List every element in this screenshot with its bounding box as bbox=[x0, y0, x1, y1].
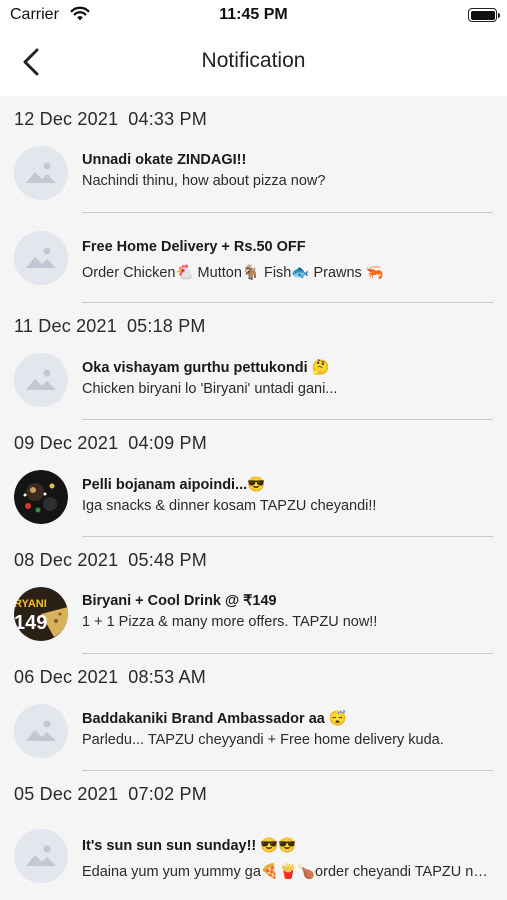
notification-body: Parledu... TAPZU cheyyandi + Free home d… bbox=[82, 732, 444, 748]
notification-body: Nachindi thinu, how about pizza now? bbox=[82, 173, 326, 189]
status-time: 11:45 PM bbox=[219, 6, 288, 23]
date-header: 05 Dec 2021 07:02 PM bbox=[0, 771, 507, 811]
notification-title: Oka vishayam gurthu pettukondi 🤔 bbox=[82, 360, 330, 376]
date-header: 09 Dec 2021 04:09 PM bbox=[0, 420, 507, 460]
page-title: Notification bbox=[201, 49, 306, 72]
date-header: 08 Dec 2021 05:48 PM bbox=[0, 537, 507, 577]
notification-item[interactable]: RYANI 149 Biryani + Cool Drink @ ₹149 1 … bbox=[0, 577, 507, 654]
divider bbox=[82, 535, 493, 537]
notification-title: Baddakaniki Brand Ambassador aa 😴 bbox=[82, 711, 347, 727]
image-placeholder-icon bbox=[14, 231, 68, 285]
date-label: 08 Dec 2021 bbox=[14, 550, 119, 570]
notification-title: Free Home Delivery + Rs.50 OFF bbox=[82, 239, 306, 255]
notification-body: Chicken biryani lo 'Biryani' untadi gani… bbox=[82, 381, 338, 397]
divider bbox=[82, 418, 493, 420]
notification-item[interactable]: Baddakaniki Brand Ambassador aa 😴 Parled… bbox=[0, 694, 507, 771]
notification-list[interactable]: 12 Dec 2021 04:33 PM Unnadi okate ZINDAGI… bbox=[0, 96, 507, 900]
food-thumbnail-icon bbox=[14, 470, 68, 524]
divider bbox=[82, 301, 493, 303]
biryani-offer-thumbnail-icon: RYANI 149 bbox=[14, 587, 68, 641]
notification-item[interactable]: Free Home Delivery + Rs.50 OFF Order Chi… bbox=[0, 213, 507, 303]
divider bbox=[82, 769, 493, 771]
image-placeholder-icon bbox=[14, 704, 68, 758]
notification-title: Pelli bojanam aipoindi...😎 bbox=[82, 477, 266, 493]
notification-body: Edaina yum yum yummy ga🍕🍟🍗order cheyandi… bbox=[82, 864, 493, 880]
image-placeholder-icon bbox=[14, 353, 68, 407]
date-header: 06 Dec 2021 08:53 AM bbox=[0, 654, 507, 694]
notification-item[interactable]: Unnadi okate ZINDAGI!! Nachindi thinu, h… bbox=[0, 136, 507, 213]
offer-badge-price: 149 bbox=[14, 612, 47, 634]
notification-title: It's sun sun sun sunday!! 😎😎 bbox=[82, 838, 297, 854]
notification-item[interactable]: Pelli bojanam aipoindi...😎 Iga snacks & … bbox=[0, 460, 507, 537]
offer-badge-text: RYANI bbox=[14, 598, 47, 610]
image-placeholder-icon bbox=[14, 146, 68, 200]
notification-title: Biryani + Cool Drink @ ₹149 bbox=[82, 593, 277, 609]
notification-item[interactable]: It's sun sun sun sunday!! 😎😎 Edaina yum … bbox=[0, 811, 507, 900]
notification-body: Iga snacks & dinner kosam TAPZU cheyandi… bbox=[82, 498, 377, 514]
notification-item[interactable]: Oka vishayam gurthu pettukondi 🤔 Chicken… bbox=[0, 343, 507, 420]
date-label: 12 Dec 2021 bbox=[14, 109, 119, 129]
date-label: 06 Dec 2021 bbox=[14, 667, 119, 687]
time-label: 05:48 PM bbox=[128, 550, 207, 570]
status-bar: Carrier 11:45 PM bbox=[0, 0, 507, 30]
image-placeholder-icon bbox=[14, 829, 68, 883]
navigation-bar: Notification bbox=[0, 30, 507, 94]
date-label: 05 Dec 2021 bbox=[14, 784, 119, 804]
battery-icon bbox=[468, 8, 500, 22]
date-label: 09 Dec 2021 bbox=[14, 433, 119, 453]
date-label: 11 Dec 2021 bbox=[14, 316, 117, 336]
date-header: 12 Dec 2021 04:33 PM bbox=[0, 96, 507, 136]
time-label: 07:02 PM bbox=[128, 784, 207, 804]
notification-title: Unnadi okate ZINDAGI!! bbox=[82, 152, 247, 168]
notification-body: 1 + 1 Pizza & many more offers. TAPZU no… bbox=[82, 614, 378, 630]
time-label: 04:33 PM bbox=[128, 109, 207, 129]
date-header: 11 Dec 2021 05:18 PM bbox=[0, 303, 507, 343]
time-label: 08:53 AM bbox=[128, 667, 206, 687]
notification-body: Order Chicken🐔 Mutton🐐 Fish🐟 Prawns 🦐 bbox=[82, 265, 384, 281]
time-label: 05:18 PM bbox=[126, 316, 206, 336]
divider bbox=[82, 652, 493, 654]
time-label: 04:09 PM bbox=[128, 433, 207, 453]
